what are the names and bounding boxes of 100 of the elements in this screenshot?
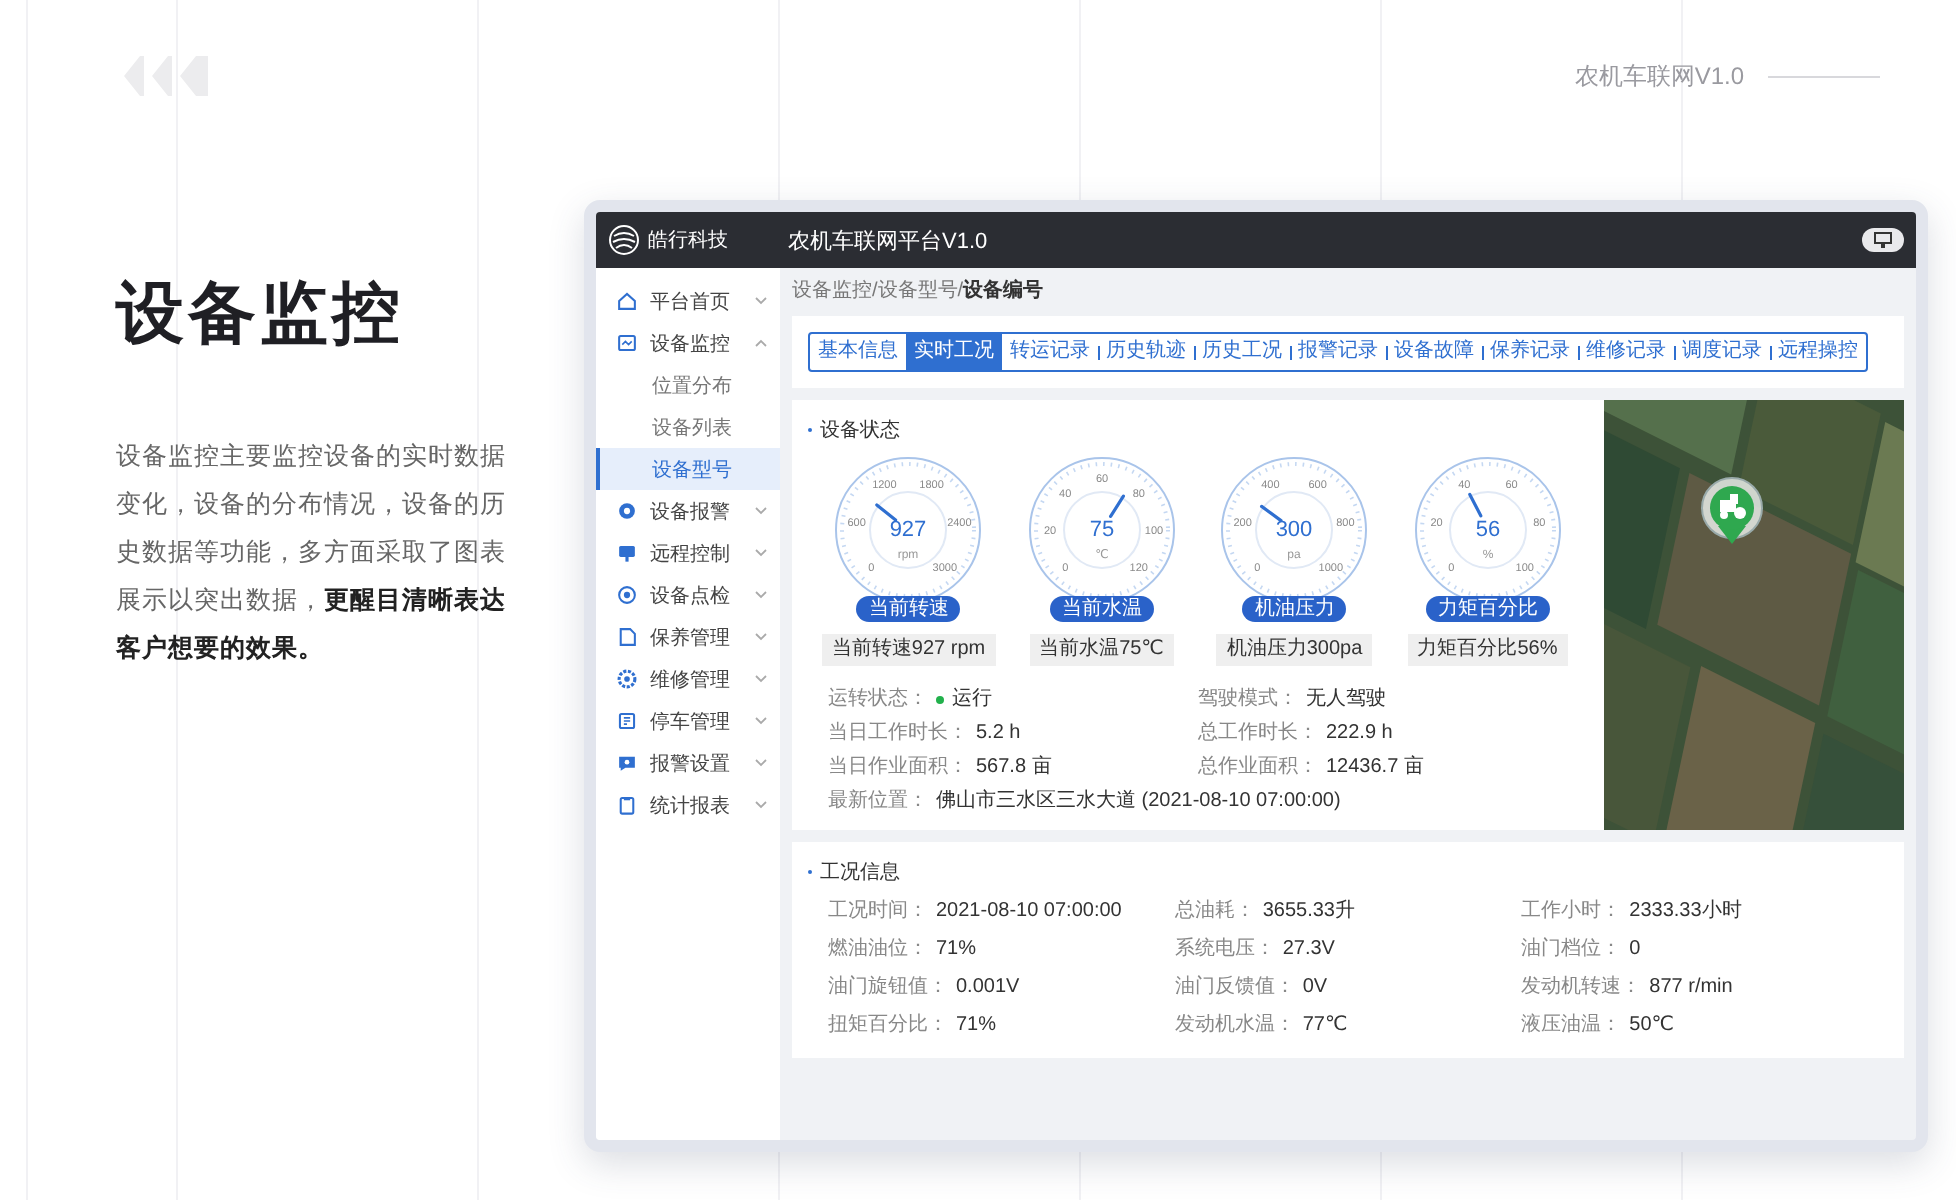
field-label: 工况时间： (828, 898, 928, 924)
gauge-badge: 力矩百分比 (1425, 596, 1550, 622)
field-label: 当日作业面积： (828, 754, 968, 780)
chevron-down-icon (754, 758, 768, 768)
field-value: 567.8 亩 (976, 754, 1052, 780)
field-label: 油门旋钮值： (828, 974, 948, 1000)
field-value: 27.3V (1282, 936, 1335, 962)
gauge-caption: 力矩百分比56% (1407, 634, 1568, 666)
field-value: 12436.7 亩 (1326, 754, 1424, 780)
document-icon (616, 626, 638, 648)
field-value: 71% (956, 1012, 997, 1038)
field-label: 当日工作时长： (828, 720, 968, 746)
sidebar-item[interactable]: 保养管理 (596, 616, 780, 658)
sidebar-item[interactable]: 设备监控 (596, 322, 780, 364)
field-label: 发动机水温： (1174, 1012, 1295, 1038)
field-label: 总油耗： (1174, 898, 1255, 924)
tab[interactable]: 维修记录 (1578, 334, 1674, 370)
description: 设备监控主要监控设备的实时数据变化，设备的分布情况，设备的历史数据等功能，多方面采取了图表展示以突出数据，更醒目清晰表达客户想要的效果。 (116, 440, 508, 666)
tab[interactable]: 转运记录 (1002, 334, 1098, 370)
field-label: 驾驶模式： (1198, 686, 1298, 712)
field-value: 3655.33升 (1262, 898, 1355, 924)
sidebar-item[interactable]: 设备报警 (596, 490, 780, 532)
field-value: 50℃ (1629, 1012, 1675, 1038)
sidebar-item[interactable]: 平台首页 (596, 280, 780, 322)
field-value: 5.2 h (976, 720, 1021, 746)
sidebar-item[interactable]: 设备点检 (596, 574, 780, 616)
chevron-down-icon (754, 716, 768, 726)
gauge-badge: 机油压力 (1242, 596, 1347, 622)
field-label: 液压油温： (1521, 1012, 1622, 1038)
field-value: 2021-08-10 07:00:00 (936, 898, 1122, 924)
field-value: 无人驾驶 (1306, 686, 1386, 712)
tab[interactable]: 远程操控 (1770, 334, 1866, 370)
chevron-down-icon (754, 590, 768, 600)
tab[interactable]: 实时工况 (906, 334, 1002, 370)
submenu-item[interactable]: 设备列表 (596, 406, 780, 448)
field-value: 2333.33小时 (1629, 898, 1742, 924)
display-button[interactable] (1862, 228, 1904, 252)
gauge-value: 56 (1475, 518, 1500, 542)
field-value: 222.9 h (1326, 720, 1393, 746)
field-label: 油门档位： (1521, 936, 1622, 962)
chevron-down-icon (754, 506, 768, 516)
field-label: 扭矩百分比： (828, 1012, 948, 1038)
sidebar-item[interactable]: 远程控制 (596, 532, 780, 574)
globe-logo-icon (608, 224, 640, 256)
chevron-up-icon (754, 338, 768, 348)
sidebar-item[interactable]: 维修管理 (596, 658, 780, 700)
tab[interactable]: 历史轨迹 (1098, 334, 1194, 370)
app-title: 农机车联网平台V1.0 (786, 227, 990, 255)
sidebar-item[interactable]: 报警设置 (596, 742, 780, 784)
gauge-caption: 当前转速927 rpm (821, 634, 996, 666)
page-title: 设备监控 (116, 274, 404, 356)
gauge-value: 75 (1089, 518, 1114, 542)
monitor-icon (1874, 232, 1892, 248)
chevron-down-icon (754, 296, 768, 306)
gauge-value: 927 (890, 518, 927, 542)
tab[interactable]: 报警记录 (1290, 334, 1386, 370)
chevron-down-icon (754, 632, 768, 642)
gauge-value: 300 (1276, 518, 1313, 542)
field-value: 0V (1302, 974, 1328, 1000)
gauge-badge: 当前水温 (1049, 596, 1154, 622)
field-value: 877 r/min (1649, 974, 1733, 1000)
sidebar-item[interactable]: 停车管理 (596, 700, 780, 742)
field-value: 71% (936, 936, 977, 962)
field-label: 燃油油位： (828, 936, 928, 962)
screen-icon (616, 542, 638, 564)
submenu-item[interactable]: 位置分布 (596, 364, 780, 406)
sidebar-item[interactable]: 统计报表 (596, 784, 780, 826)
field-label: 系统电压： (1174, 936, 1275, 962)
gauge-badge: 当前转速 (856, 596, 961, 622)
form-icon (616, 710, 638, 732)
monitor-icon (616, 332, 638, 354)
field-value: 佛山市三水区三水大道 (2021-08-10 07:00:00) (936, 788, 1341, 814)
gauge-caption: 当前水温75℃ (1029, 634, 1174, 666)
field-value: 77℃ (1302, 1012, 1348, 1038)
dial-icon (616, 668, 638, 690)
clipboard-icon (616, 794, 638, 816)
field-label: 油门反馈值： (1174, 974, 1295, 1000)
field-label: 发动机转速： (1521, 974, 1642, 1000)
tab[interactable]: 基本信息 (810, 334, 906, 370)
home-icon (616, 290, 638, 312)
tab[interactable]: 保养记录 (1482, 334, 1578, 370)
chevron-down-icon (754, 674, 768, 684)
breadcrumb: 设备监控/设备型号/设备编号 (792, 277, 1046, 304)
field-label: 总作业面积： (1198, 754, 1318, 780)
section-title: 工况信息 (820, 859, 900, 886)
chevron-down-icon (754, 800, 768, 810)
logo-text: 皓行科技 (648, 227, 728, 254)
tab[interactable]: 调度记录 (1674, 334, 1770, 370)
submenu-item[interactable]: 设备型号 (596, 448, 780, 490)
field-value: 运行 (952, 686, 992, 712)
target-icon (616, 584, 638, 606)
alarm-icon (616, 500, 638, 522)
field-label: 工作小时： (1521, 898, 1622, 924)
chat-icon (616, 752, 638, 774)
gauge-caption: 机油压力300pa (1216, 634, 1373, 666)
tractor-marker-icon (1700, 476, 1764, 548)
chevron-down-icon (754, 548, 768, 558)
tab[interactable]: 设备故障 (1386, 334, 1482, 370)
tab[interactable]: 历史工况 (1194, 334, 1290, 370)
field-label: 最新位置： (828, 788, 928, 814)
